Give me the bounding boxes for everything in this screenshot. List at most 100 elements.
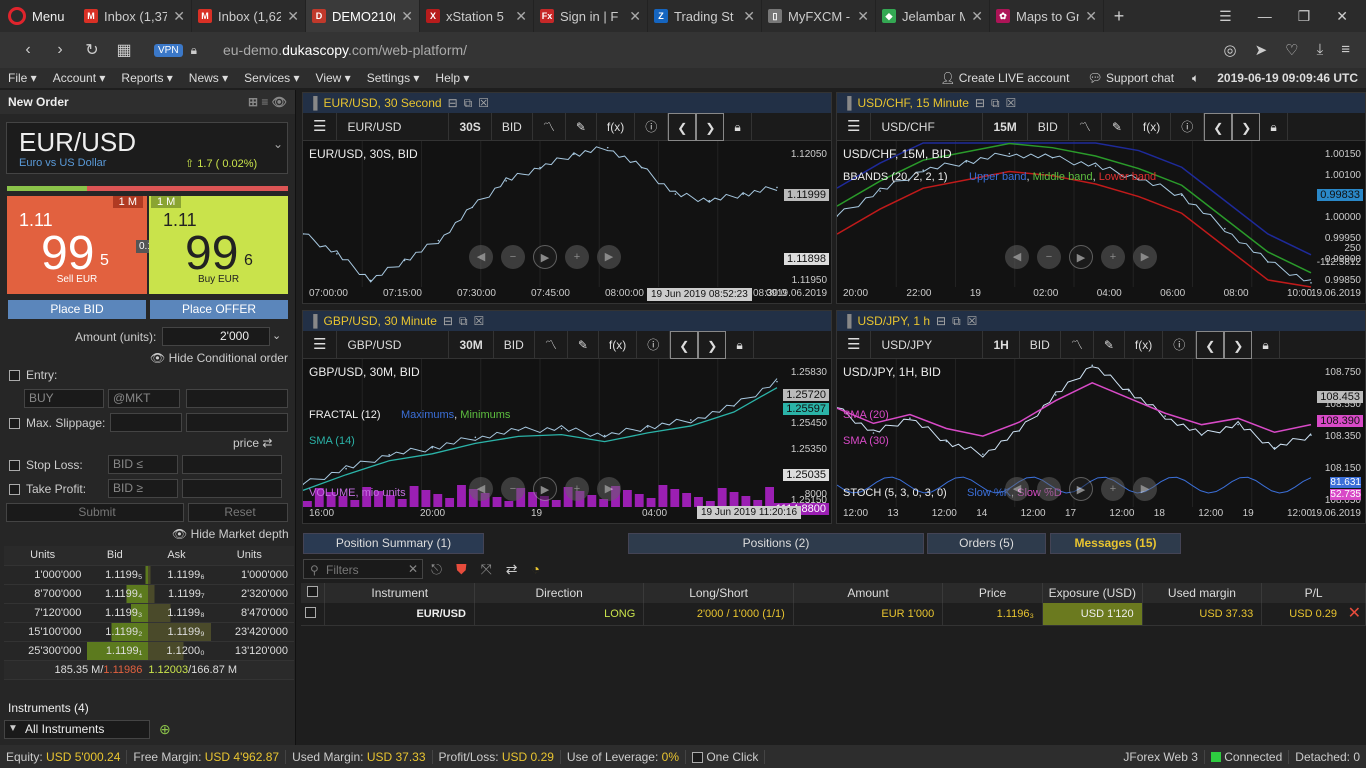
zoom-in-icon[interactable]: +	[565, 477, 589, 501]
speed-dial-icon[interactable]: ▦	[108, 40, 140, 60]
scroll-left-icon[interactable]: ❮	[1204, 112, 1233, 141]
max-slippage-input-2[interactable]	[186, 413, 288, 432]
column-header[interactable]: Used margin	[1142, 583, 1263, 603]
close-chart-icon[interactable]: ☒	[1006, 96, 1017, 110]
rewind-icon[interactable]: ◀	[1005, 245, 1029, 269]
scroll-right-icon[interactable]: ❯	[696, 112, 725, 141]
column-header[interactable]: Instrument	[324, 583, 475, 603]
column-header[interactable]: Price	[942, 583, 1043, 603]
support-chat-link[interactable]: 💬︎ Support chat	[1087, 71, 1174, 85]
take-profit-checkbox[interactable]	[9, 484, 20, 495]
play-icon[interactable]: ▶	[533, 477, 557, 501]
maximize-chart-icon[interactable]: ⧉	[459, 314, 468, 329]
scroll-left-icon[interactable]: ❮	[670, 330, 699, 359]
heart-icon[interactable]: ♡	[1285, 41, 1298, 59]
chart-symbol-select[interactable]: USD/JPY	[871, 330, 984, 359]
place-offer-button[interactable]: Place OFFER	[150, 300, 288, 319]
chart-plot-area[interactable]: USD/CHF, 15M, BID BBANDS (20, 2, 2, 1) Upp…	[837, 141, 1365, 303]
bottom-tab[interactable]: Position Summary (1)	[303, 533, 484, 554]
tab-close-icon[interactable]: ✕	[743, 8, 755, 25]
table-row[interactable]: 8'700'000 1.1199₄ 1.1199₇ 2'320'000	[4, 584, 294, 604]
close-window-icon[interactable]: ✕	[1336, 8, 1348, 25]
bottom-tab[interactable]: Positions (2)	[628, 533, 924, 554]
timeframe-select[interactable]: 30M	[449, 330, 494, 359]
chart-type-icon[interactable]: 〽	[535, 330, 568, 359]
lock-icon[interactable]: 🔒︎	[1260, 112, 1288, 141]
chart-panel[interactable]: ▐ GBP/USD, 30 Minute ⊟ ⧉ ☒ ☰ GBP/USD 30M BID 〽 ✎ f(…	[302, 310, 832, 524]
zoom-out-icon[interactable]: −	[501, 477, 525, 501]
maximize-chart-icon[interactable]: ⧉	[952, 314, 961, 329]
chart-plot-area[interactable]: GBP/USD, 30M, BID FRACTAL (12) Maximums, M…	[303, 359, 831, 523]
hamburger-icon[interactable]: ☰	[837, 112, 872, 141]
scroll-left-icon[interactable]: ❮	[668, 112, 697, 141]
minimize-chart-icon[interactable]: ⊟	[448, 96, 458, 110]
indicators-icon[interactable]: f(x)	[599, 330, 638, 359]
hamburger-icon[interactable]: ☰	[303, 330, 338, 359]
select-all-checkbox[interactable]	[307, 586, 319, 597]
place-bid-button[interactable]: Place BID	[8, 300, 146, 319]
table-row[interactable]: 7'120'000 1.1199₃ 1.1199₈ 8'470'000	[4, 603, 294, 623]
instruments-header[interactable]: Instruments (4)	[0, 696, 295, 720]
reload-icon[interactable]: ↻	[76, 40, 108, 60]
row-checkbox[interactable]	[305, 606, 317, 618]
draw-icon[interactable]: ✎	[566, 112, 597, 141]
instrument-filter-select[interactable]: All Instruments	[4, 720, 150, 739]
chart-type-icon[interactable]: 〽	[1069, 112, 1102, 141]
url-field[interactable]: eu-demo.dukascopy.com/web-platform/	[223, 42, 467, 58]
sma-label[interactable]: SMA (30)	[843, 435, 889, 447]
indicators-icon[interactable]: f(x)	[1133, 112, 1172, 141]
chart-panel[interactable]: ▐ EUR/USD, 30 Second ⊟ ⧉ ☒ ☰ EUR/USD 30S BID 〽 ✎ f(…	[302, 92, 832, 304]
amount-dropdown-icon[interactable]: ⌄	[272, 329, 281, 342]
close-position-icon[interactable]: ⎋	[431, 561, 442, 578]
platform-menu-item[interactable]: Reports ▾	[113, 71, 180, 85]
platform-menu-item[interactable]: Help ▾	[427, 71, 477, 85]
zoom-in-icon[interactable]: +	[565, 245, 589, 269]
chart-symbol-select[interactable]: GBP/USD	[337, 330, 450, 359]
maximize-chart-icon[interactable]: ⧉	[464, 96, 473, 111]
browser-tab[interactable]: M Inbox (1,62 ✕	[192, 0, 306, 32]
camera-icon[interactable]: ◎	[1223, 41, 1236, 59]
platform-menu-item[interactable]: View ▾	[308, 71, 359, 85]
info-icon[interactable]: ⓘ	[637, 330, 671, 359]
price-toggle[interactable]: price ⇄	[233, 436, 272, 450]
sma-label[interactable]: SMA (14)	[309, 435, 355, 447]
entry-checkbox[interactable]	[9, 370, 20, 381]
lock-icon[interactable]: 🔒︎	[726, 330, 754, 359]
merge-icon[interactable]: ⤧	[481, 561, 492, 578]
chart-type-icon[interactable]: 〽	[1061, 330, 1094, 359]
bottom-tab[interactable]: Orders (5)	[927, 533, 1046, 554]
lock-icon[interactable]: 🔒︎	[1252, 330, 1280, 359]
column-header[interactable]: Direction	[474, 583, 645, 603]
info-icon[interactable]: ⓘ	[1163, 330, 1197, 359]
tab-close-icon[interactable]: ✕	[515, 8, 527, 25]
table-row[interactable]: EUR/USD LONG 2'000 / 1'000 (1/1) EUR 1'0…	[301, 603, 1366, 626]
submit-button[interactable]: Submit	[6, 503, 184, 522]
tab-close-icon[interactable]: ✕	[857, 8, 869, 25]
tab-menu-icon[interactable]: ☰	[1219, 8, 1232, 25]
platform-menu-item[interactable]: File ▾	[0, 71, 45, 85]
side-select[interactable]: BID	[1020, 330, 1061, 359]
new-tab-plus-icon[interactable]: +	[1104, 6, 1134, 27]
tab-close-icon[interactable]: ✕	[971, 8, 983, 25]
chart-title-bar[interactable]: ▐ USD/CHF, 15 Minute ⊟ ⧉ ☒	[837, 93, 1365, 113]
forward-icon[interactable]: ▶	[597, 245, 621, 269]
play-icon[interactable]: ▶	[1069, 477, 1093, 501]
close-chart-icon[interactable]: ☒	[474, 314, 485, 328]
max-slippage-checkbox[interactable]	[9, 418, 20, 429]
platform-menu-item[interactable]: Account ▾	[45, 71, 114, 85]
platform-menu-item[interactable]: News ▾	[181, 71, 236, 85]
hide-conditional-order-link[interactable]: 👁︎ Hide Conditional order	[150, 351, 288, 365]
entry-price-input[interactable]	[186, 389, 288, 408]
browser-tab[interactable]: ◆ Jelambar M ✕	[876, 0, 990, 32]
entry-mkt-select[interactable]: @MKT	[108, 389, 180, 408]
column-header[interactable]: Long/Short	[643, 583, 794, 603]
side-select[interactable]: BID	[1028, 112, 1069, 141]
browser-tab[interactable]: XxStation 5 ✕	[420, 0, 534, 32]
maximize-chart-icon[interactable]: ⧉	[991, 96, 1000, 111]
chart-panel[interactable]: ▐ USD/CHF, 15 Minute ⊟ ⧉ ☒ ☰ USD/CHF 15M BID 〽 ✎ f(…	[836, 92, 1366, 304]
scroll-right-icon[interactable]: ❯	[698, 330, 727, 359]
tab-close-icon[interactable]: ✕	[629, 8, 641, 25]
lock-icon[interactable]: 🔒︎	[191, 43, 197, 58]
zoom-out-icon[interactable]: −	[1037, 245, 1061, 269]
info-icon[interactable]: ⓘ	[635, 112, 669, 141]
